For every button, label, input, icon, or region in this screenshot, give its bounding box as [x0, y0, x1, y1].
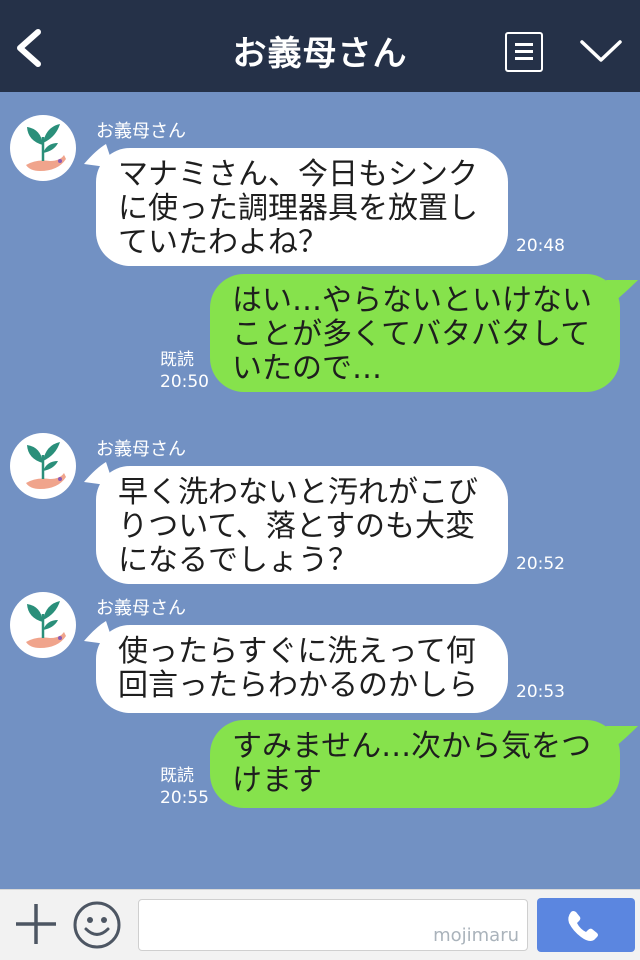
plant-in-hand-icon — [26, 601, 66, 648]
menu-button[interactable] — [505, 32, 543, 72]
bubble-tail — [606, 726, 638, 748]
phone-icon — [568, 911, 598, 941]
plant-in-hand-icon — [26, 124, 66, 171]
message-bubble-incoming[interactable]: マナミさん、今日もシンク に使った調理器具を放置し ていたわよね？ — [96, 148, 508, 266]
smiley-icon — [73, 901, 121, 949]
sender-name: お義母さん — [96, 598, 186, 619]
message-bubble-outgoing[interactable]: はい…やらないといけない ことが多くてバタバタして いたので… — [210, 274, 620, 392]
message-input[interactable]: mojimaru — [138, 899, 528, 951]
plant-in-hand-icon — [26, 442, 66, 489]
back-button[interactable] — [12, 26, 52, 70]
chat-area[interactable]: お義母さん マナミさん、今日もシンク に使った調理器具を放置し ていたわよね？ … — [0, 92, 640, 889]
message-time: 20:50 — [160, 372, 209, 392]
sender-name: お義母さん — [96, 121, 186, 142]
avatar[interactable] — [10, 115, 76, 181]
chevron-down-icon — [580, 40, 622, 62]
message-bubble-incoming[interactable]: 使ったらすぐに洗えって何 回言ったらわかるのかしら — [96, 625, 508, 713]
message-bubble-incoming[interactable]: 早く洗わないと汚れがこび りついて、落とすのも大変 になるでしょう？ — [96, 466, 508, 584]
emoji-button[interactable] — [72, 900, 122, 950]
avatar[interactable] — [10, 433, 76, 499]
chat-title: お義母さん — [232, 34, 408, 74]
bubble-tail — [606, 280, 638, 302]
plus-icon — [16, 904, 56, 944]
message-input-bar: mojimaru — [0, 889, 640, 960]
message-time: 20:55 — [160, 788, 209, 808]
avatar[interactable] — [10, 592, 76, 658]
watermark: mojimaru — [433, 925, 519, 946]
message-time: 20:53 — [516, 682, 565, 702]
more-options-button[interactable] — [578, 36, 624, 66]
read-receipt: 既読 — [160, 350, 194, 370]
read-receipt: 既読 — [160, 766, 194, 786]
chevron-left-icon — [17, 29, 41, 67]
message-time: 20:52 — [516, 554, 565, 574]
add-button[interactable] — [14, 902, 58, 946]
message-time: 20:48 — [516, 236, 565, 256]
message-bubble-outgoing[interactable]: すみません…次から気をつ けます — [210, 720, 620, 808]
chat-header: お義母さん — [0, 0, 640, 92]
sender-name: お義母さん — [96, 439, 186, 460]
call-button[interactable] — [537, 898, 635, 952]
